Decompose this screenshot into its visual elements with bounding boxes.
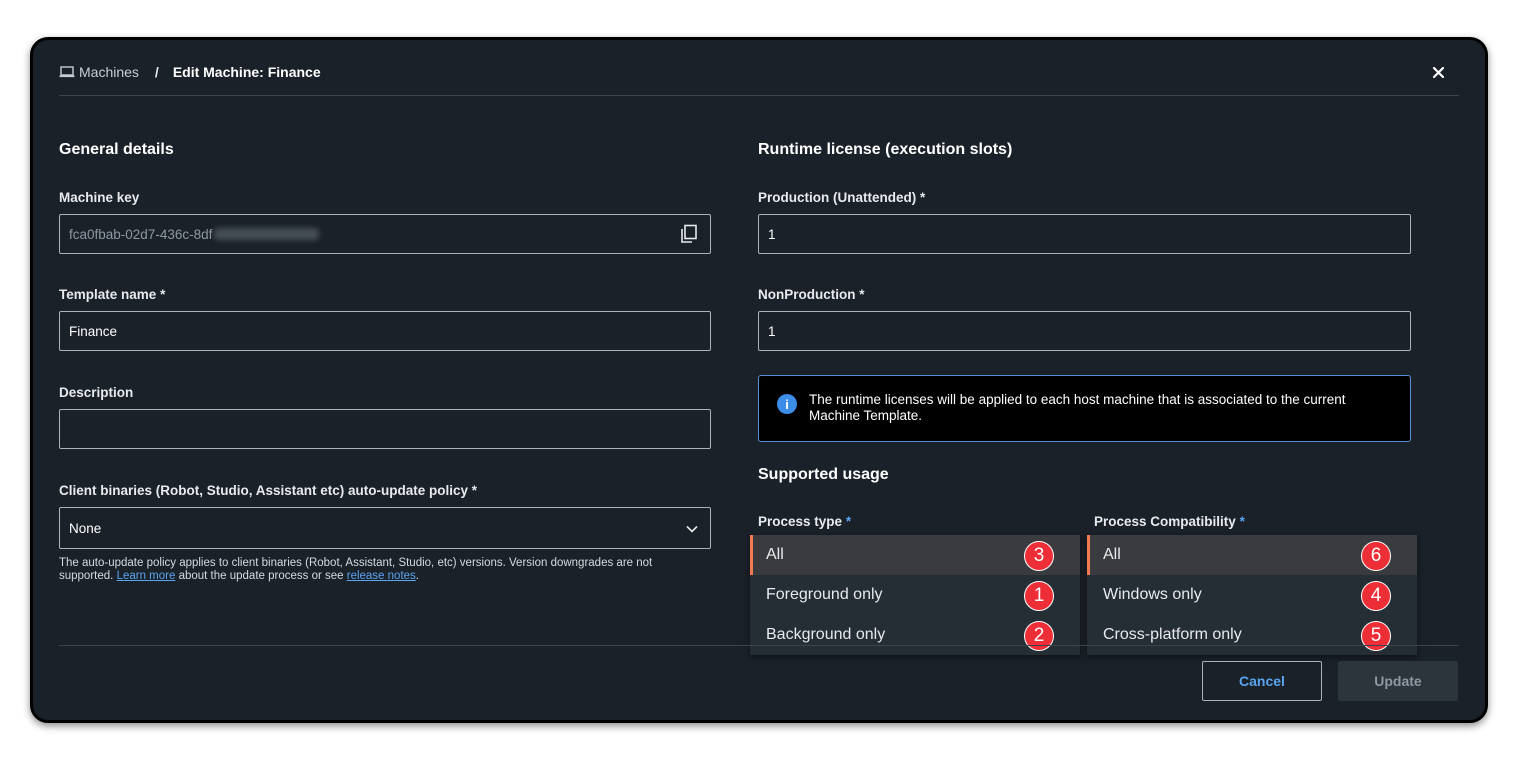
nonproduction-input[interactable]: 1 xyxy=(758,311,1411,351)
template-name-label: Template name * xyxy=(59,287,166,302)
production-label: Production (Unattended) * xyxy=(758,190,926,205)
header-divider xyxy=(59,95,1459,96)
nonproduction-label: NonProduction * xyxy=(758,287,865,302)
process-type-option-background[interactable]: Background only 2 xyxy=(750,615,1080,655)
copy-icon[interactable] xyxy=(680,224,698,244)
nonproduction-value: 1 xyxy=(768,323,776,339)
machine-key-field[interactable]: fca0fbab-02d7-436c-8df xyxy=(59,214,711,254)
update-policy-helper: The auto-update policy applies to client… xyxy=(59,557,653,582)
process-type-option-all[interactable]: All 3 xyxy=(750,535,1080,575)
process-compat-option-all[interactable]: All 6 xyxy=(1087,535,1417,575)
breadcrumb-current: Edit Machine: Finance xyxy=(172,64,321,80)
option-label: All xyxy=(766,546,784,563)
option-label: Cross-platform only xyxy=(1103,626,1242,643)
release-notes-link[interactable]: release notes xyxy=(347,570,416,582)
process-compatibility-menu: All 6 Windows only 4 Cross-platform only… xyxy=(1087,535,1417,655)
chevron-down-icon xyxy=(686,525,698,533)
machine-key-label: Machine key xyxy=(59,190,140,205)
cancel-button[interactable]: Cancel xyxy=(1202,661,1322,701)
redacted-key xyxy=(214,228,320,240)
production-value: 1 xyxy=(768,226,776,242)
learn-more-link[interactable]: Learn more xyxy=(117,570,176,582)
update-button[interactable]: Update xyxy=(1338,661,1458,701)
edit-machine-dialog: Machines / Edit Machine: Finance General… xyxy=(30,37,1488,723)
breadcrumb: Machines / Edit Machine: Finance xyxy=(59,63,321,81)
laptop-icon xyxy=(59,66,75,78)
option-label: All xyxy=(1103,546,1121,563)
process-type-label: Process type * xyxy=(758,514,852,529)
step-badge: 4 xyxy=(1361,581,1391,611)
option-label: Foreground only xyxy=(766,586,883,603)
runtime-info-text: The runtime licenses will be applied to … xyxy=(809,392,1346,423)
template-name-value: Finance xyxy=(69,323,118,339)
process-type-option-foreground[interactable]: Foreground only 1 xyxy=(750,575,1080,615)
process-compat-option-windows[interactable]: Windows only 4 xyxy=(1087,575,1417,615)
process-compat-option-cross-platform[interactable]: Cross-platform only 5 xyxy=(1087,615,1417,655)
runtime-info-box: i The runtime licenses will be applied t… xyxy=(758,375,1411,442)
general-details-title: General details xyxy=(59,141,174,158)
process-compatibility-label: Process Compatibility * xyxy=(1094,514,1245,529)
footer-divider xyxy=(59,645,1459,646)
process-type-menu: All 3 Foreground only 1 Background only … xyxy=(750,535,1080,655)
update-policy-label: Client binaries (Robot, Studio, Assistan… xyxy=(59,483,478,498)
breadcrumb-root-label: Machines xyxy=(79,64,139,80)
option-label: Background only xyxy=(766,626,886,643)
description-label: Description xyxy=(59,385,134,400)
step-badge: 2 xyxy=(1024,621,1054,651)
step-badge: 6 xyxy=(1361,541,1391,571)
update-policy-value: None xyxy=(69,520,102,536)
supported-usage-title: Supported usage xyxy=(758,466,889,483)
info-icon: i xyxy=(777,394,797,414)
update-policy-select[interactable]: None xyxy=(59,507,711,549)
breadcrumb-separator: / xyxy=(154,64,159,80)
machine-key-value: fca0fbab-02d7-436c-8df xyxy=(69,226,213,242)
description-input[interactable] xyxy=(59,409,711,449)
breadcrumb-machines-link[interactable]: Machines xyxy=(59,64,139,80)
step-badge: 5 xyxy=(1361,621,1391,651)
production-input[interactable]: 1 xyxy=(758,214,1411,254)
close-button[interactable] xyxy=(1426,60,1450,84)
close-icon xyxy=(1432,66,1444,78)
template-name-input[interactable]: Finance xyxy=(59,311,711,351)
option-label: Windows only xyxy=(1103,586,1202,603)
runtime-license-title: Runtime license (execution slots) xyxy=(758,141,1013,158)
step-badge: 1 xyxy=(1024,581,1054,611)
step-badge: 3 xyxy=(1024,541,1054,571)
